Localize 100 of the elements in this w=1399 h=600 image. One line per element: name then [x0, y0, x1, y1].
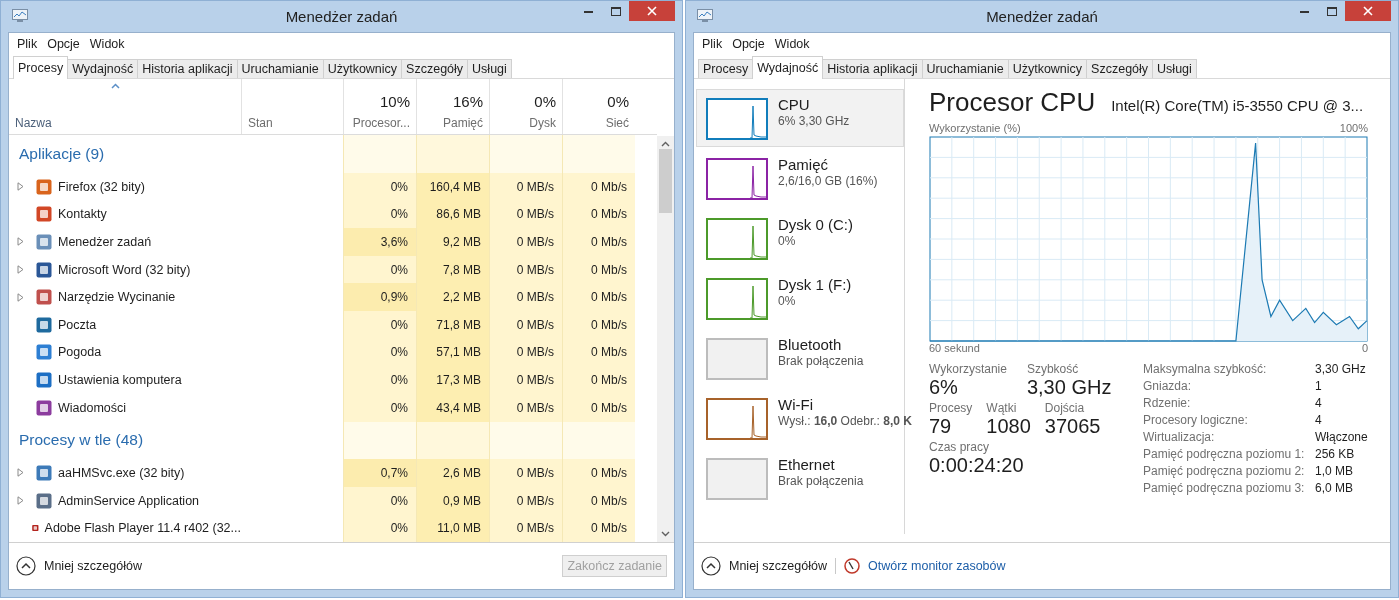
process-name: Microsoft Word (32 bity): [58, 262, 191, 277]
column-label: Sieć: [605, 116, 629, 131]
resource-detail: Brak połączenia: [778, 354, 864, 368]
expand-icon[interactable]: [17, 265, 24, 275]
fewer-details-link[interactable]: Mniej szczegółów: [729, 559, 827, 573]
table-cell: 160,4 MB: [416, 172, 489, 201]
tab[interactable]: Usługi: [467, 59, 512, 78]
spec-label: Rdzenie:: [1143, 396, 1192, 410]
tab[interactable]: Uruchamianie: [921, 59, 1009, 78]
table-cell: 2,2 MB: [416, 283, 489, 311]
panel-title: Procesor CPU: [929, 87, 1096, 118]
tab[interactable]: Użytkownicy: [1007, 59, 1088, 78]
table-cell: 0,9 MB: [416, 486, 489, 515]
column-label: Pamięć: [443, 116, 483, 131]
resource-item[interactable]: CPU 6% 3,30 GHz: [696, 89, 904, 147]
menu-item[interactable]: Opcje: [43, 37, 84, 51]
spec-value: 1: [1315, 379, 1323, 393]
resource-name: Ethernet: [778, 456, 836, 474]
resource-item[interactable]: Dysk 0 (C:) 0%: [696, 209, 904, 267]
table-cell: 0 Mb/s: [562, 514, 635, 542]
resource-monitor-link[interactable]: Otwórz monitor zasobów: [867, 559, 1006, 573]
resource-detail: 0%: [778, 294, 797, 308]
table-cell: 0 Mb/s: [562, 228, 635, 256]
column-header[interactable]: 16% Pamięć: [416, 79, 489, 135]
app-icon: [697, 9, 713, 22]
tab[interactable]: Wydajność: [67, 59, 139, 78]
fewer-details-link[interactable]: Mniej szczegółów: [44, 559, 142, 573]
menu-item[interactable]: Plik: [13, 37, 42, 51]
spec-label: Gniazda:: [1143, 379, 1193, 393]
collapse-icon[interactable]: [16, 556, 36, 576]
tab[interactable]: Użytkownicy: [322, 59, 403, 78]
table-cell: 0 Mb/s: [562, 393, 635, 422]
scroll-up-icon[interactable]: [661, 141, 670, 147]
tab[interactable]: Historia aplikacji: [137, 59, 238, 78]
table-cell: 0 Mb/s: [562, 459, 635, 487]
resource-name: CPU: [778, 96, 811, 114]
expand-icon[interactable]: [17, 496, 24, 506]
tab[interactable]: Usługi: [1152, 59, 1197, 78]
column-header[interactable]: 0% Sieć: [562, 79, 635, 135]
spec-value: Włączone: [1315, 430, 1368, 444]
column-header[interactable]: 0% Dysk: [489, 79, 562, 135]
resource-item[interactable]: Pamięć 2,6/16,0 GB (16%): [696, 149, 904, 207]
table-cell: 0 MB/s: [489, 486, 562, 515]
close-icon: [1363, 6, 1373, 16]
table-cell: 0%: [343, 514, 416, 542]
menu-item[interactable]: Plik: [698, 37, 727, 51]
column-header[interactable]: Stan: [241, 79, 343, 135]
spec-value: 1,0 MB: [1315, 464, 1354, 478]
spec-value: 4: [1315, 413, 1323, 427]
tab[interactable]: Wydajność: [752, 56, 824, 79]
resource-item[interactable]: Bluetooth Brak połączenia: [696, 329, 904, 387]
table-cell: 0%: [343, 366, 416, 394]
tab[interactable]: Historia aplikacji: [822, 59, 923, 78]
process-name: Firefox (32 bity): [58, 179, 145, 194]
tab[interactable]: Szczegóły: [1086, 59, 1154, 78]
table-cell: 0 MB/s: [489, 366, 562, 394]
table-cell: 7,8 MB: [416, 255, 489, 284]
minimize-icon: [584, 9, 593, 13]
tab[interactable]: Uruchamianie: [236, 59, 324, 78]
table-cell: 0%: [343, 255, 416, 284]
stat-value: 1080: [986, 415, 1031, 438]
expand-icon[interactable]: [17, 292, 24, 302]
expand-icon[interactable]: [17, 182, 24, 192]
spec-label: Pamięć podręczna poziomu 2:: [1143, 464, 1306, 478]
spec-value: 6,0 MB: [1315, 481, 1354, 495]
stat-value: 37065: [1044, 415, 1101, 438]
group-title: Procesy w tle (48): [18, 431, 144, 450]
stat-label: Szybkość: [1026, 362, 1080, 376]
resource-name: Dysk 1 (F:): [778, 276, 852, 294]
menu-item[interactable]: Widok: [770, 37, 814, 51]
expand-icon[interactable]: [17, 468, 24, 478]
menu-item[interactable]: Opcje: [728, 37, 769, 51]
column-header[interactable]: Nazwa: [9, 79, 241, 135]
column-label: Dysk: [529, 116, 556, 131]
menu-item[interactable]: Widok: [85, 37, 129, 51]
scroll-down-icon[interactable]: [661, 531, 670, 537]
scroll-thumb[interactable]: [659, 149, 672, 213]
expand-icon[interactable]: [17, 237, 24, 247]
tab[interactable]: Szczegóły: [401, 59, 469, 78]
column-total: 0%: [534, 93, 556, 111]
stat-label: Procesy: [929, 401, 973, 415]
stat-label: Wątki: [986, 401, 1018, 415]
resource-item[interactable]: Ethernet Brak połączenia: [696, 449, 904, 507]
table-cell: 0 Mb/s: [562, 338, 635, 367]
table-cell: 86,6 MB: [416, 200, 489, 229]
resource-item[interactable]: Dysk 1 (F:) 0%: [696, 269, 904, 327]
scrollbar[interactable]: [657, 136, 674, 542]
tab[interactable]: Procesy: [13, 56, 69, 79]
table-cell: 0 MB/s: [489, 200, 562, 229]
column-header[interactable]: 10% Procesor...: [343, 79, 416, 135]
table-cell: 0 Mb/s: [562, 311, 635, 339]
resource-name: Dysk 0 (C:): [778, 216, 853, 234]
stat-value: 79: [929, 415, 953, 438]
column-total: 10%: [379, 93, 410, 111]
tab[interactable]: Procesy: [698, 59, 754, 78]
process-name: Poczta: [58, 317, 97, 332]
collapse-icon[interactable]: [701, 556, 721, 576]
table-cell: 0%: [343, 338, 416, 367]
table-cell: 0 Mb/s: [562, 283, 635, 311]
column-label: Stan: [248, 116, 273, 131]
